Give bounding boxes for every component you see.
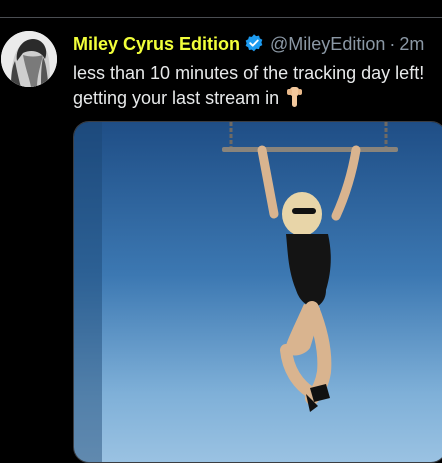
separator: · [389, 34, 396, 54]
display-name[interactable]: Miley Cyrus Edition [73, 34, 240, 54]
tweet-media-image[interactable] [73, 121, 442, 463]
tweet-header: Miley Cyrus Edition @MileyEdition · 2m [73, 32, 424, 59]
point-down-emoji [284, 86, 306, 115]
tweet-text-line-1: less than 10 minutes of the tracking day… [73, 63, 425, 83]
tweet-text: less than 10 minutes of the tracking day… [73, 61, 442, 115]
timestamp[interactable]: 2m [399, 34, 424, 54]
tweet-text-line-2: getting your last stream in [73, 88, 280, 108]
user-handle[interactable]: @MileyEdition [270, 34, 385, 54]
avatar-portrait-image [1, 31, 57, 87]
verified-badge-icon [244, 33, 264, 59]
top-divider [0, 17, 442, 18]
photo-of-woman-on-trapeze [74, 122, 442, 462]
avatar[interactable] [1, 31, 57, 87]
